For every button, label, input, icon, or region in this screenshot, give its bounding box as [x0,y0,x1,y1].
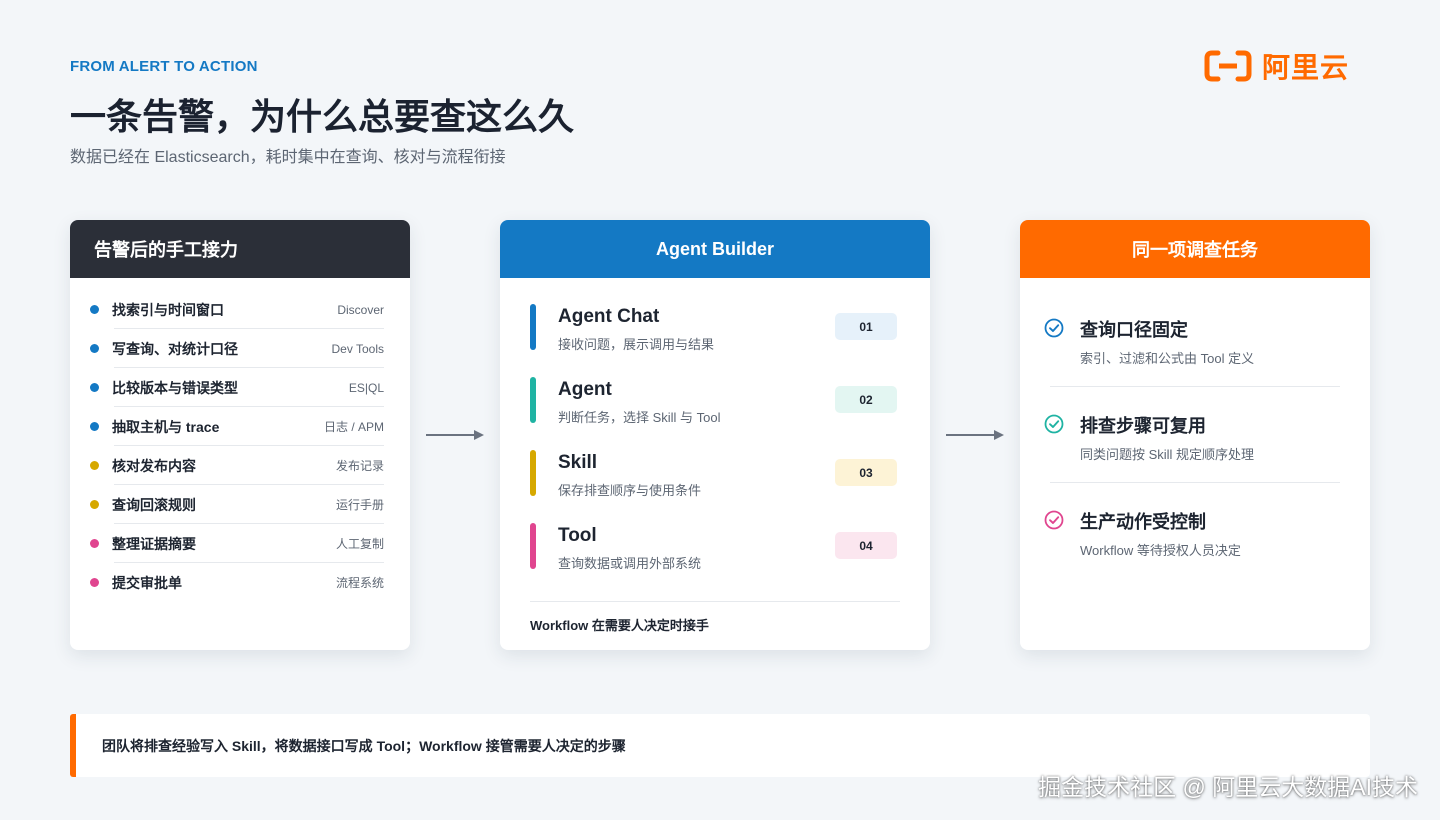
step-tool: 日志 / APM [323,420,384,434]
step-dot-icon [90,422,99,431]
arrow-right-icon [426,430,484,440]
step-label: 比较版本与错误类型 [112,379,238,396]
step-tool: Discover [337,302,384,317]
step-dot-icon [90,500,99,509]
step-tool: 流程系统 [335,576,384,590]
step-dot-icon [90,383,99,392]
step-tool: ES|QL [348,380,384,395]
component-desc: 判断任务，选择 Skill 与 Tool [558,410,721,425]
component-desc: 查询数据或调用外部系统 [558,556,702,571]
component-desc: 保存排查顺序与使用条件 [558,483,702,498]
builder-footer: Workflow 在需要人决定时接手 [530,618,709,633]
investigation-card-title: 同一项调查任务 [1020,220,1370,278]
builder-component: Agent Chat 接收问题，展示调用与结果 01 [530,304,897,377]
builder-component: Agent 判断任务，选择 Skill 与 Tool 02 [530,377,897,450]
investigation-item: 生产动作受控制 Workflow 等待授权人员决定 [1044,510,1340,606]
manual-step: 写查询、对统计口径 Dev Tools [90,329,384,368]
step-tool: 人工复制 [335,537,384,551]
accent-bar [530,377,536,423]
manual-step: 比较版本与错误类型 ES|QL [90,368,384,407]
step-dot-icon [90,344,99,353]
investigation-item: 排查步骤可复用 同类问题按 Skill 规定顺序处理 [1044,414,1340,510]
step-label: 核对发布内容 [112,457,196,474]
step-dot-icon [90,461,99,470]
divider [530,601,900,602]
manual-card-title: 告警后的手工接力 [70,220,410,278]
divider [1050,482,1340,483]
component-name: Tool [558,525,597,546]
step-label: 查询回滚规则 [112,496,196,513]
investigation-list: 查询口径固定 索引、过滤和公式由 Tool 定义 排查步骤可复用 同类问题按 S… [1020,278,1370,606]
accent-bar [530,304,536,350]
accent-bar [530,523,536,569]
investigation-item-title: 查询口径固定 [1080,320,1188,340]
agent-builder-card: Agent Builder Agent Chat 接收问题，展示调用与结果 01 … [500,220,930,650]
builder-component: Tool 查询数据或调用外部系统 04 [530,523,897,596]
step-dot-icon [90,578,99,587]
step-tool: Dev Tools [331,341,384,356]
manual-step: 抽取主机与 trace 日志 / APM [90,407,384,446]
step-badge: 02 [835,386,897,413]
builder-component: Skill 保存排查顺序与使用条件 03 [530,450,897,523]
component-desc: 接收问题，展示调用与结果 [558,337,715,352]
divider [1050,386,1340,387]
component-name: Agent Chat [558,306,660,327]
investigation-item: 查询口径固定 索引、过滤和公式由 Tool 定义 [1044,318,1340,414]
step-label: 写查询、对统计口径 [112,340,238,357]
aliyun-logo-icon [1204,50,1252,82]
component-name: Skill [558,452,598,473]
investigation-item-desc: Workflow 等待授权人员决定 [1080,543,1241,558]
step-tool: 发布记录 [335,459,384,473]
manual-step: 核对发布内容 发布记录 [90,446,384,485]
step-label: 找索引与时间窗口 [112,301,224,318]
manual-step: 整理证据摘要 人工复制 [90,524,384,563]
summary-text: 团队将排查经验写入 Skill，将数据接口写成 Tool；Workflow 接管… [102,737,626,754]
logo-text: 阿里云 [1262,52,1350,83]
step-dot-icon [90,305,99,314]
step-label: 抽取主机与 trace [112,418,220,435]
check-circle-icon [1044,510,1064,530]
arrow-right-icon [946,430,1004,440]
step-dot-icon [90,539,99,548]
investigation-item-title: 生产动作受控制 [1080,512,1206,532]
step-badge: 04 [835,532,897,559]
investigation-item-title: 排查步骤可复用 [1080,416,1206,436]
page-subtitle: 数据已经在 Elasticsearch，耗时集中在查询、核对与流程衔接 [70,149,506,166]
step-badge: 03 [835,459,897,486]
manual-step-list: 找索引与时间窗口 Discover 写查询、对统计口径 Dev Tools 比较版本… [70,278,410,602]
manual-step: 提交审批单 流程系统 [90,563,384,602]
check-circle-icon [1044,318,1064,338]
step-badge: 01 [835,313,897,340]
investigation-item-desc: 索引、过滤和公式由 Tool 定义 [1080,351,1255,366]
step-label: 提交审批单 [112,574,182,591]
watermark: 掘金技术社区 @ 阿里云大数据AI技术 [1038,774,1418,800]
manual-step: 查询回滚规则 运行手册 [90,485,384,524]
eyebrow-text: FROM ALERT TO ACTION [70,58,258,75]
page-title: 一条告警，为什么总要查这么久 [70,96,575,137]
manual-relay-card: 告警后的手工接力 找索引与时间窗口 Discover 写查询、对统计口径 Dev T… [70,220,410,650]
check-circle-icon [1044,414,1064,434]
investigation-card: 同一项调查任务 查询口径固定 索引、过滤和公式由 Tool 定义 排查步骤可复用… [1020,220,1370,650]
accent-bar [530,450,536,496]
builder-component-list: Agent Chat 接收问题，展示调用与结果 01 Agent 判断任务，选择 S… [500,278,930,596]
component-name: Agent [558,379,612,400]
step-label: 整理证据摘要 [112,535,196,552]
investigation-item-desc: 同类问题按 Skill 规定顺序处理 [1080,447,1255,462]
builder-card-title: Agent Builder [500,220,930,278]
manual-step: 找索引与时间窗口 Discover [90,290,384,329]
accent-bar [70,714,76,777]
aliyun-logo: 阿里云 [1204,48,1364,84]
step-tool: 运行手册 [335,498,384,512]
